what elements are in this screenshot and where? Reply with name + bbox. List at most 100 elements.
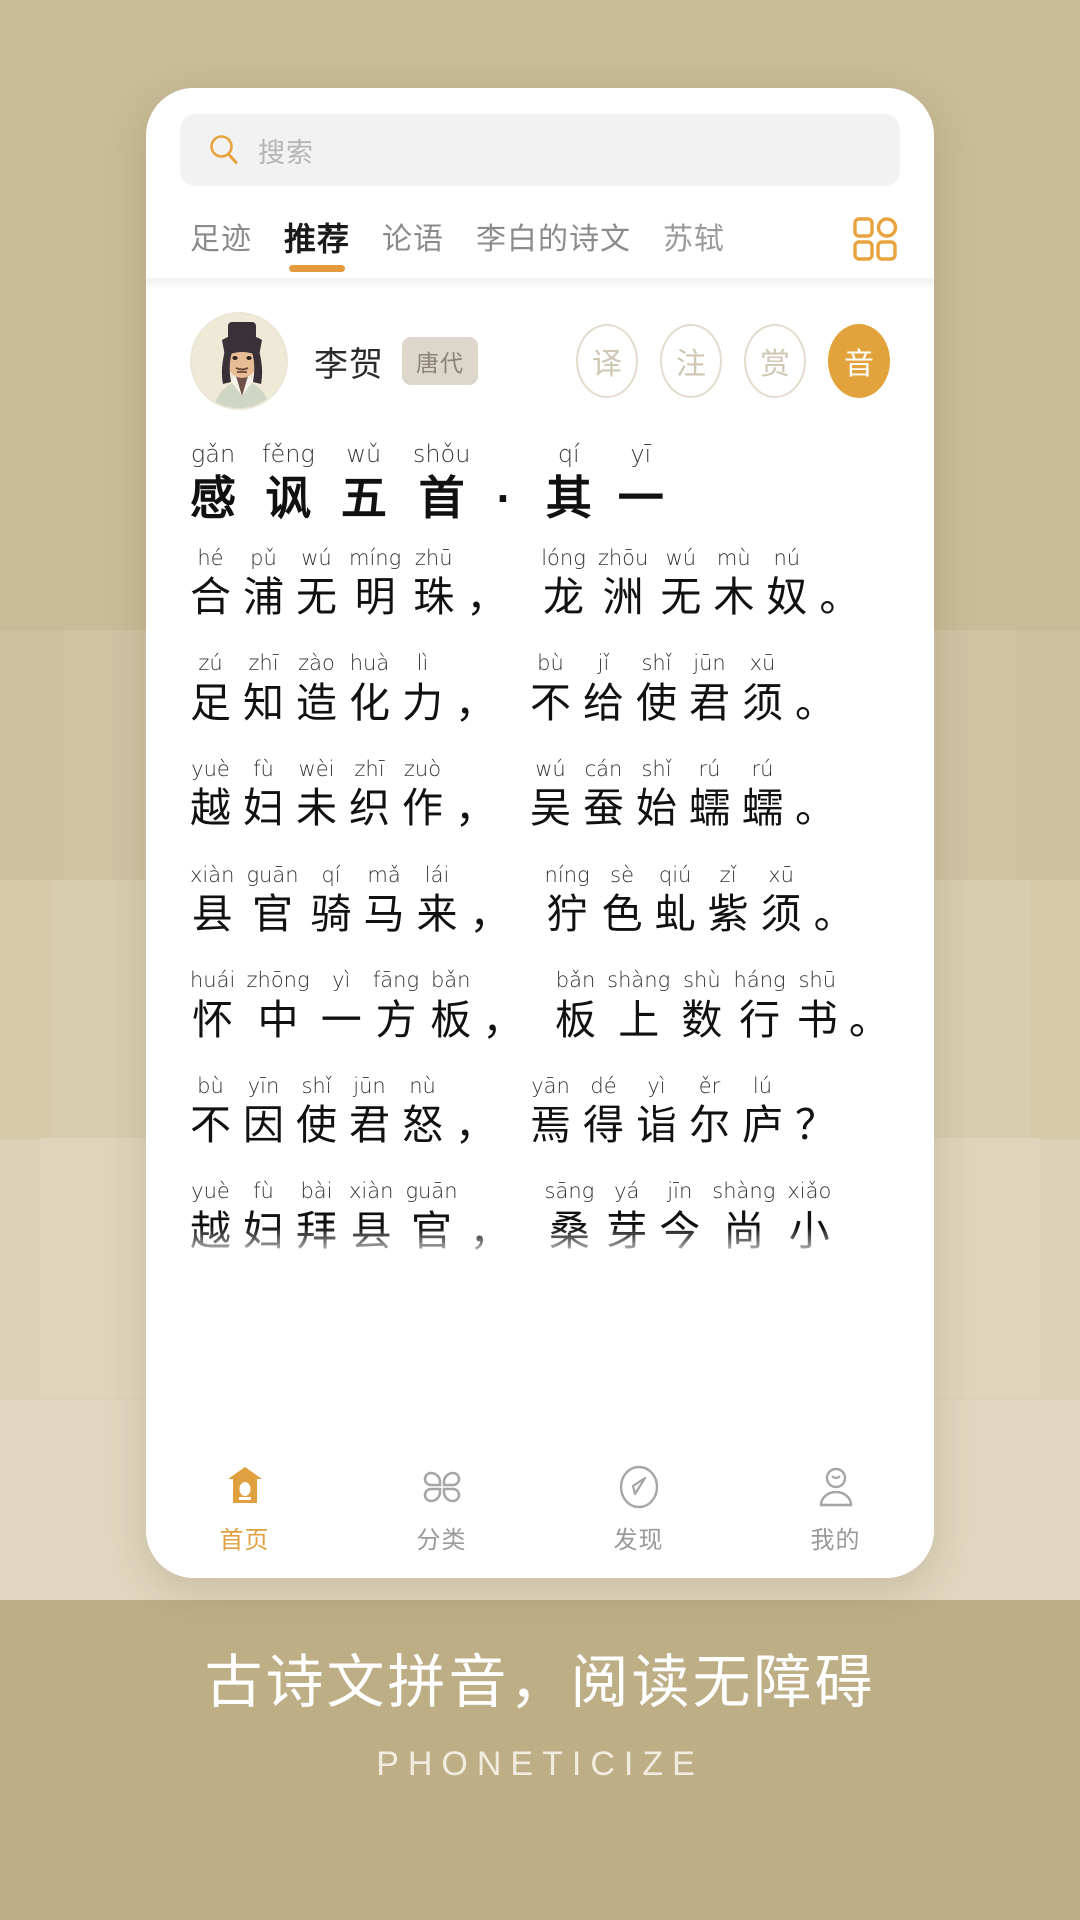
punct-col: 。: [819, 544, 860, 624]
poet-name[interactable]: 李贺: [314, 337, 384, 386]
hanzi: 未: [296, 785, 337, 832]
avatar[interactable]: [190, 312, 288, 410]
ruby-col: guān 官: [246, 861, 298, 941]
ruby-col: wú 无: [660, 544, 701, 624]
ruby-col: zuò 作: [402, 755, 443, 835]
pinyin: shǐ: [641, 651, 672, 676]
grid-icon-button[interactable]: [842, 214, 906, 267]
pinyin: shǐ: [641, 757, 672, 782]
pinyin: háng: [733, 968, 786, 993]
pinyin: sāng: [544, 1179, 595, 1204]
hanzi: 浦: [243, 574, 284, 621]
pinyin: shǐ: [301, 1073, 332, 1098]
ruby-col: sè 色: [602, 861, 643, 941]
hanzi: 行: [739, 996, 781, 1043]
category-tabs: 足迹 推荐 论语 李白的诗文 苏轼: [146, 192, 934, 278]
nav-item-category[interactable]: 分类: [343, 1450, 540, 1568]
ruby-col: zào 造: [296, 649, 337, 729]
translate-button[interactable]: 译: [576, 324, 638, 398]
hanzi: 中: [257, 996, 299, 1043]
ruby-col: shǐ 使: [636, 649, 677, 729]
appreciation-button[interactable]: 赏: [744, 324, 806, 398]
annotation-button[interactable]: 注: [660, 324, 722, 398]
pinyin: shū: [798, 968, 837, 993]
ruby-col: shàng 上: [607, 966, 670, 1046]
ruby-col: wèi 未: [296, 755, 337, 835]
pinyin: guān: [405, 1179, 458, 1204]
hanzi: 书: [796, 996, 838, 1043]
pinyin: wú: [301, 545, 332, 570]
ruby-col: shū 书: [797, 966, 838, 1046]
poem-line[interactable]: yuè 越 fù 妇 wèi 未 zhī 织 zuò 作 ， wú 吴 cán 蚕 shǐ 始 rú 蠕 rú 蠕 。: [190, 755, 890, 835]
nav-item-home[interactable]: 首页: [146, 1450, 343, 1568]
hanzi: 数: [681, 996, 723, 1043]
punct-col: ，: [470, 861, 511, 941]
pinyin: qí: [321, 862, 341, 887]
hanzi: 使: [296, 1102, 337, 1149]
hanzi: 龙: [543, 574, 584, 621]
punct-col: 。: [795, 649, 836, 729]
pinyin: zhī: [248, 651, 279, 676]
hanzi: 骑: [310, 891, 352, 938]
ruby-col: rú 蠕: [742, 755, 783, 835]
pinyin: ěr: [698, 1073, 721, 1098]
poem-verses: hé 合 pǔ 浦 wú 无 míng 明 zhū 珠 ， lóng 龙 zhōu 洲 wú 无 mù 木 nú 奴 …: [190, 544, 890, 1152]
pinyin: gǎn: [190, 440, 236, 468]
ruby-col: dé 得: [583, 1072, 624, 1152]
poem-line[interactable]: zú 足 zhī 知 zào 造 huà 化 lì 力 ， bù 不 jǐ 给 shǐ 使 jūn 君 xū 须 。: [190, 649, 890, 729]
hanzi: 奴: [766, 574, 808, 621]
ruby-col: zhī 知: [243, 649, 284, 729]
hanzi: 紫: [707, 891, 749, 938]
punct-col: ，: [466, 544, 507, 624]
tab-label: 推荐: [284, 221, 351, 257]
pinyin: wǔ: [346, 440, 382, 468]
ruby-col: yīn 因: [243, 1072, 284, 1152]
nav-item-mine[interactable]: 我的: [737, 1450, 934, 1568]
pinyin: qiú: [658, 862, 692, 887]
ruby-col: nú 奴: [766, 544, 807, 624]
tab-lunyu[interactable]: 论语: [366, 214, 460, 276]
hanzi: 不: [530, 679, 571, 726]
pinyin: míng: [349, 545, 402, 570]
ruby-col: zhū 珠: [413, 544, 454, 624]
search-bar-container: 搜索: [146, 88, 934, 192]
poem-line[interactable]: huái 怀 zhōng 中 yì 一 fāng 方 bǎn 板 ， bǎn 板 shàng 上 shù 数 h…: [190, 966, 890, 1046]
ruby-col: ěr 尔: [689, 1072, 730, 1152]
hanzi: 合: [190, 574, 231, 621]
search-placeholder: 搜索: [258, 137, 314, 168]
ruby-col: fāng 方: [373, 966, 419, 1046]
tab-zuji[interactable]: 足迹: [174, 214, 268, 276]
hanzi: 。: [848, 996, 890, 1043]
hanzi: 。: [813, 891, 855, 938]
tab-sushi[interactable]: 苏轼: [647, 214, 741, 276]
ruby-col: huái 怀: [190, 966, 235, 1046]
scroll-fade-mask: [190, 1227, 890, 1262]
hanzi: 蠕: [689, 785, 730, 832]
ruby-col: níng 狞: [545, 861, 590, 941]
tab-tuijian[interactable]: 推荐: [268, 214, 366, 278]
poem-line[interactable]: bù 不 yīn 因 shǐ 使 jūn 君 nù 怒 ， yān 焉 dé 得 yì 诣 ěr 尔 lú 庐 ？: [190, 1072, 890, 1152]
pinyin: xiǎo: [787, 1179, 832, 1204]
hanzi: 须: [742, 679, 783, 726]
poem-line[interactable]: xiàn 县 guān 官 qí 骑 mǎ 马 lái 来 ， níng 狞 sè 色 qiú 虬 zǐ 紫 xū 须…: [190, 861, 890, 941]
pinyin: zhōng: [246, 968, 310, 993]
ruby-col: mǎ 马: [364, 861, 405, 941]
pinyin: xiàn: [190, 862, 235, 887]
ruby-col: shǐ 使: [296, 1072, 337, 1152]
punct-col: ，: [455, 649, 496, 729]
pinyin-button[interactable]: 音: [828, 324, 890, 398]
tab-libai[interactable]: 李白的诗文: [460, 214, 647, 276]
caption-sub: PHONETICIZE: [376, 1745, 704, 1783]
hanzi: 始: [636, 785, 677, 832]
hanzi: 造: [296, 679, 337, 726]
poem-line[interactable]: hé 合 pǔ 浦 wú 无 míng 明 zhū 珠 ， lóng 龙 zhōu 洲 wú 无 mù 木 nú 奴 …: [190, 544, 890, 624]
pinyin: zhī: [354, 757, 385, 782]
search-input[interactable]: 搜索: [180, 114, 900, 186]
ruby-col: bù 不: [530, 649, 571, 729]
hanzi: 不: [190, 1102, 231, 1149]
poet-header: 李贺 唐代 译 注 赏 音: [146, 290, 934, 420]
ruby-col: zhī 织: [349, 755, 390, 835]
pinyin: jīn: [667, 1179, 693, 1204]
pinyin: mǎ: [367, 862, 401, 887]
nav-item-discover[interactable]: 发现: [540, 1450, 737, 1568]
